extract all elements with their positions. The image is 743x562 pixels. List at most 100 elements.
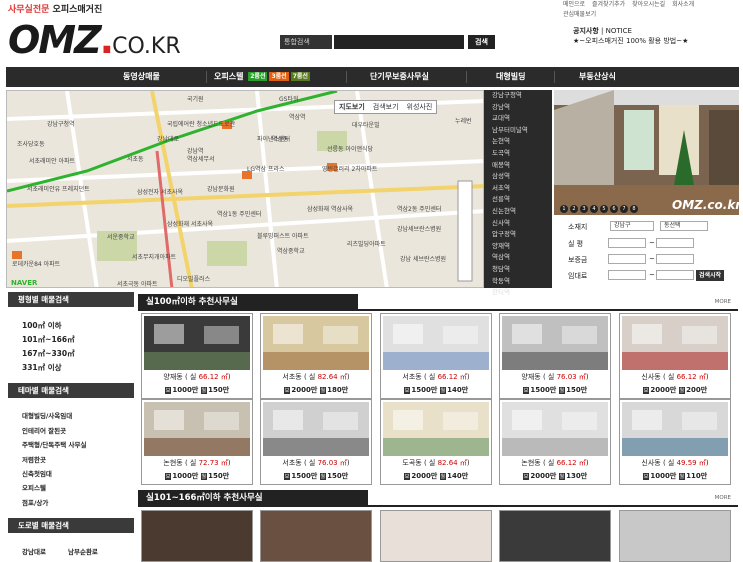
deposit-max-input[interactable]	[656, 254, 694, 264]
search-type-select[interactable]: 통합검색	[280, 35, 332, 49]
sidebar-item-theme[interactable]: 주택형/단독주택 사무실	[22, 439, 86, 449]
sidebar-head-theme: 테마별 매물검색	[8, 383, 134, 398]
office-thumb[interactable]	[499, 510, 611, 562]
nav-short-term[interactable]: 단기무보증사무실	[370, 67, 429, 87]
map-btn-satellite[interactable]: 위성사진	[403, 101, 437, 113]
sidebar-item-road[interactable]: 남부순환로	[68, 546, 98, 556]
pager-dot[interactable]: 6	[610, 205, 618, 213]
sidebar-item-road[interactable]: 강남대로	[22, 546, 46, 556]
link-favorites[interactable]: 관심매물보기	[563, 11, 596, 18]
search-button[interactable]: 검색	[468, 35, 495, 49]
district-item[interactable]: 선릉역	[484, 194, 552, 206]
featured-office-photo[interactable]: OMZ.co.kr	[554, 90, 739, 215]
office-card[interactable]: 도곡동 ( 실 82.64 ㎡) 보 2000만 월 140만	[380, 399, 492, 485]
card-rent: 200만	[686, 386, 708, 394]
district-item[interactable]: 신논현역	[484, 206, 552, 218]
office-card[interactable]: 서초동 ( 실 66.12 ㎡) 보 1500만 월 140만	[380, 313, 492, 399]
pager-dot[interactable]: 7	[620, 205, 628, 213]
office-card[interactable]: 논현동 ( 실 72.73 ㎡) 보 1000만 월 150만	[141, 399, 253, 485]
rent-min-input[interactable]	[608, 270, 646, 280]
office-card-price: 보 1000만 월 150만	[142, 471, 252, 481]
pager-dot[interactable]: 1	[560, 205, 568, 213]
sidebar-item-theme[interactable]: 신축첫임대	[22, 468, 52, 478]
office-card[interactable]: 서초동 ( 실 76.03 ㎡) 보 1500만 월 150만	[260, 399, 372, 485]
office-map[interactable]: 국기원 GS타워 역삼역 대우타운빌 누레번 역삼동 강남구청역 조사당호동 국…	[6, 90, 484, 288]
link-bookmark[interactable]: 즐겨찾기추가	[592, 1, 625, 8]
office-card[interactable]: 신사동 ( 실 66.12 ㎡) 보 2000만 월 200만	[619, 313, 731, 399]
office-card[interactable]: 양재동 ( 실 66.12 ㎡) 보 1000만 월 150만	[141, 313, 253, 399]
office-card-price: 보 2000만 월 130만	[500, 471, 610, 481]
office-thumb[interactable]	[619, 510, 731, 562]
area-min-input[interactable]	[608, 238, 646, 248]
detail-search-button[interactable]: 검색시작	[696, 270, 724, 281]
district-item[interactable]: 도곡역	[484, 148, 552, 160]
rent-max-input[interactable]	[656, 270, 694, 280]
sidebar-item-size[interactable]: 100㎡ 이하	[22, 320, 62, 331]
office-card[interactable]: 논현동 ( 실 66.12 ㎡) 보 2000만 월 130만	[499, 399, 611, 485]
link-directions[interactable]: 찾아오시는길	[632, 1, 665, 8]
district-item[interactable]: 청담역	[484, 264, 552, 276]
office-card-price: 보 1000만 월 150만	[142, 385, 252, 395]
location-select[interactable]: 강남구	[610, 221, 654, 231]
pager-dot[interactable]: 8	[630, 205, 638, 213]
district-item[interactable]: 남부터미널역	[484, 125, 552, 137]
nav-officetel[interactable]: 오피스텔 2룸선 3룸선 7룸선	[214, 67, 310, 87]
district-item[interactable]: 논현역	[484, 136, 552, 148]
sidebar-item-theme[interactable]: 오피스텔	[22, 482, 46, 492]
sidebar-item-theme[interactable]: 인테리어 잘된곳	[22, 425, 66, 435]
notice-text[interactable]: ★~오피스매거진 100% 활용 방법~★	[573, 37, 688, 45]
notice-sub: NOTICE	[605, 27, 632, 35]
pager-dot[interactable]: 3	[580, 205, 588, 213]
sidebar-head-size: 평형별 매물검색	[8, 292, 134, 307]
map-label: 삼성화재 역삼사옥	[307, 205, 354, 213]
district-item[interactable]: 학동역	[484, 276, 552, 288]
map-btn-search[interactable]: 검색보기	[369, 101, 403, 113]
pager-dot[interactable]: 4	[590, 205, 598, 213]
district-item[interactable]: 삼성역	[484, 171, 552, 183]
district-item[interactable]: 압구정역	[484, 229, 552, 241]
search-input[interactable]	[334, 35, 464, 49]
nav-real-estate-tips[interactable]: 부동산상식	[579, 67, 616, 87]
district-item[interactable]: 강남구청역	[484, 90, 552, 102]
district-item[interactable]: 양재역	[484, 241, 552, 253]
office-card-image	[383, 316, 489, 370]
map-btn-map[interactable]: 지도보기	[335, 101, 369, 113]
district-item[interactable]: 한티역	[484, 287, 552, 299]
dong-select[interactable]: 동선택	[660, 221, 708, 231]
nav-video[interactable]: 동영상매물	[123, 67, 160, 87]
district-item[interactable]: 강남역	[484, 102, 552, 114]
link-home[interactable]: 메인으로	[563, 1, 585, 8]
card-area: 76.03 ㎡	[317, 459, 347, 467]
link-about[interactable]: 회사소개	[672, 1, 694, 8]
site-logo[interactable]: OMZ.CO.KR	[8, 20, 181, 67]
sidebar-item-size[interactable]: 331㎡ 이상	[22, 362, 62, 373]
area-max-input[interactable]	[656, 238, 694, 248]
sidebar-item-theme[interactable]: 대형빌딩/사옥임대	[22, 410, 72, 420]
district-item[interactable]: 매봉역	[484, 160, 552, 172]
office-card[interactable]: 신사동 ( 실 49.59 ㎡) 보 1000만 월 110만	[619, 399, 731, 485]
sidebar-item-theme[interactable]: 저렴한곳	[22, 454, 46, 464]
sidebar-item-theme[interactable]: 점포/상가	[22, 497, 48, 507]
sidebar-item-size[interactable]: 167㎡~330㎡	[22, 348, 75, 359]
district-item[interactable]: 신사역	[484, 218, 552, 230]
office-card[interactable]: 서초동 ( 실 82.64 ㎡) 보 2000만 월 180만	[260, 313, 372, 399]
district-item[interactable]: 서초역	[484, 183, 552, 195]
office-thumb[interactable]	[260, 510, 372, 562]
office-card[interactable]: 양재동 ( 실 76.03 ㎡) 보 1500만 월 150만	[499, 313, 611, 399]
pager-dot[interactable]: 5	[600, 205, 608, 213]
office-card-image	[622, 316, 728, 370]
card-area: 66.12 ㎡	[556, 459, 586, 467]
office-thumb[interactable]	[141, 510, 253, 562]
nav-large-building[interactable]: 대형빌딩	[496, 67, 525, 87]
more-link[interactable]: MORE	[715, 495, 731, 501]
map-label: 로데카운84 아파트	[12, 260, 61, 268]
district-item[interactable]: 교대역	[484, 113, 552, 125]
office-card-image	[383, 402, 489, 456]
deposit-min-input[interactable]	[608, 254, 646, 264]
pager-dot[interactable]: 2	[570, 205, 578, 213]
office-card-location: 도곡동 ( 실 82.64 ㎡)	[381, 458, 491, 468]
sidebar-item-size[interactable]: 101㎡~166㎡	[22, 334, 75, 345]
office-thumb[interactable]	[380, 510, 492, 562]
more-link[interactable]: MORE	[715, 299, 731, 305]
district-item[interactable]: 역삼역	[484, 252, 552, 264]
